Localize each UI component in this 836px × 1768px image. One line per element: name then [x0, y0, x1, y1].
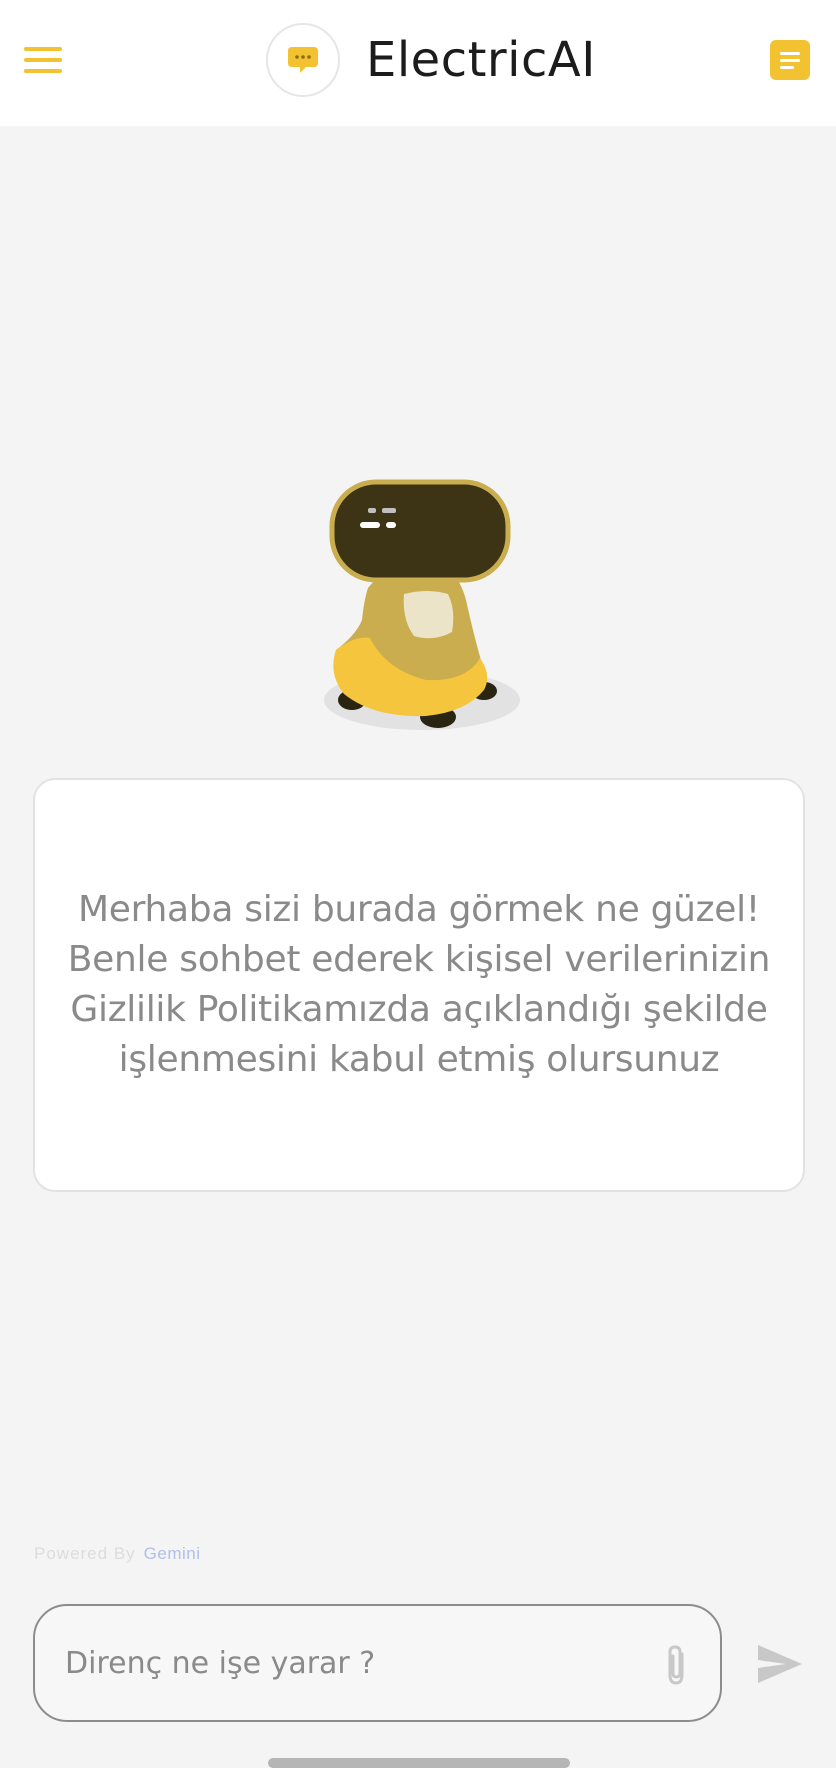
welcome-line: işlenmesini kabul etmiş olursunuz [118, 1039, 720, 1080]
welcome-line: Merhaba sizi burada görmek ne güzel! [78, 889, 760, 930]
mascot-eye [382, 508, 396, 513]
notes-button[interactable] [770, 40, 810, 80]
paperclip-icon[interactable] [660, 1642, 692, 1688]
gemini-brand: Gemini [143, 1544, 201, 1563]
app-logo [266, 23, 340, 97]
top-app-bar: ElectricAI [0, 0, 836, 126]
hamburger-menu-icon [24, 47, 62, 51]
mascot-chest-panel [403, 591, 454, 639]
home-indicator [268, 1758, 570, 1768]
chat-input[interactable] [65, 1606, 645, 1720]
mascot-eye [368, 508, 376, 513]
app-root: ElectricAI Merhaba sizi burada görmek ne… [0, 0, 836, 1768]
welcome-message: Merhaba sizi burada görmek ne güzel! Ben… [67, 885, 771, 1085]
menu-button[interactable] [24, 40, 72, 80]
welcome-line: Gizlilik Politikamızda açıklandığı şekil… [70, 989, 768, 1030]
app-title: ElectricAI [366, 32, 596, 88]
welcome-line: Benle sohbet ederek kişisel verilerinizi… [67, 939, 771, 980]
chat-bubble-icon [288, 47, 318, 73]
welcome-message-card: Merhaba sizi burada görmek ne güzel! Ben… [33, 778, 805, 1192]
powered-by-text: Powered By [34, 1544, 136, 1563]
powered-by-label: Powered By Gemini [34, 1542, 201, 1566]
notes-icon [780, 51, 800, 55]
robot-mascot-illustration [324, 479, 520, 730]
send-icon[interactable] [756, 1642, 804, 1686]
chat-input-container [33, 1604, 722, 1722]
mascot-head [329, 479, 511, 583]
mascot-eye [360, 522, 380, 528]
mascot-eye [386, 522, 396, 528]
